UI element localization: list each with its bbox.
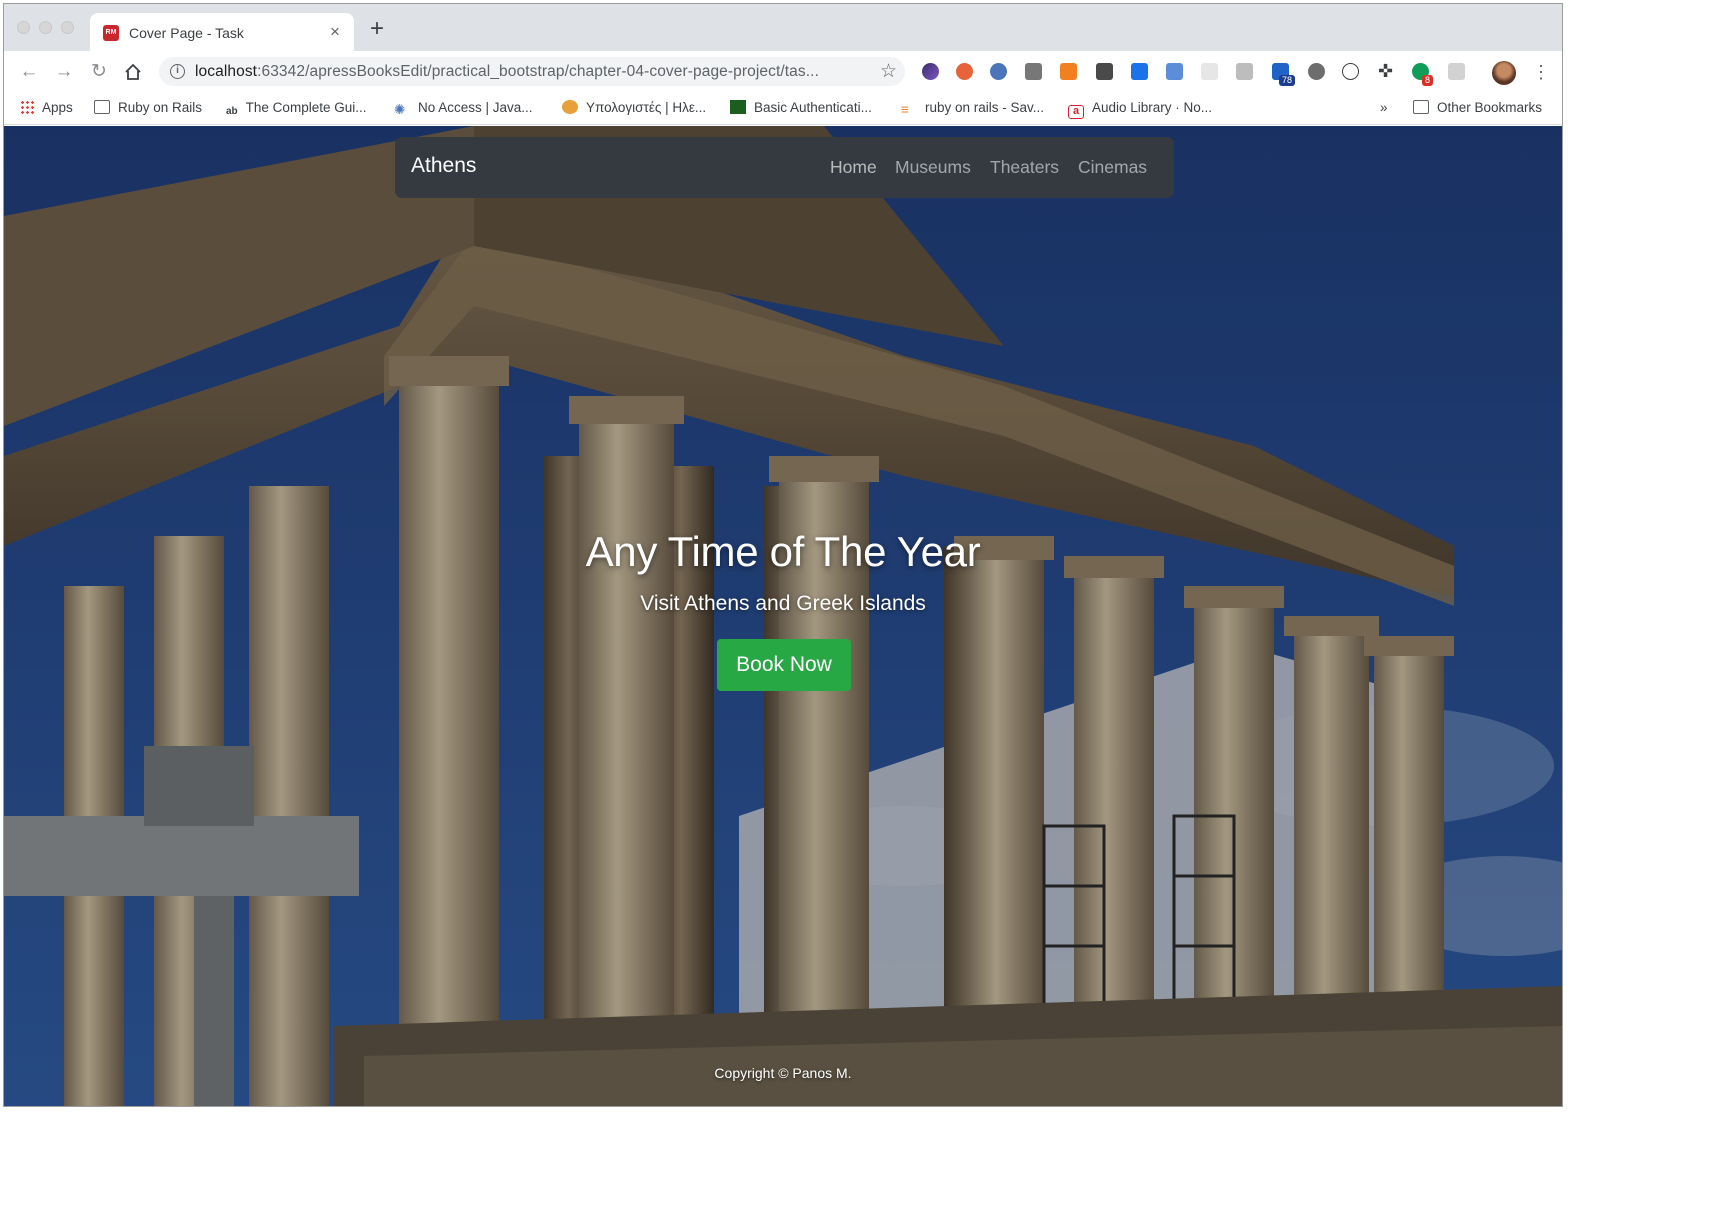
address-bar[interactable]: i localhost:63342/apressBooksEdit/practi… [159,57,905,86]
bookmark-audio-library[interactable]: a Audio Library · No... [1068,100,1212,119]
translate-extension-icon[interactable] [1308,63,1325,80]
hero-subtitle: Visit Athens and Greek Islands [640,592,926,615]
hero-title: Any Time of The Year [585,528,981,575]
page-footer: Copyright © Panos M. [714,1065,852,1081]
green-cube-icon [730,100,746,114]
home-icon[interactable] [122,61,144,83]
stackoverflow-icon: ≡ [901,102,909,117]
bookmark-other-bookmarks[interactable]: Other Bookmarks [1413,100,1542,115]
bookmark-apps[interactable]: Apps [20,100,73,115]
close-icon[interactable]: × [325,22,345,42]
bookmark-ruby-on-rails-save[interactable]: ≡ ruby on rails - Sav... [901,100,1044,117]
maximize-window-button[interactable] [61,21,74,34]
chat-extension-icon[interactable] [1236,63,1253,80]
bookmark-ruby-on-rails[interactable]: Ruby on Rails [94,100,202,115]
kebab-menu-icon[interactable]: ⋮ [1532,61,1550,83]
window-extension-icon[interactable] [1448,63,1465,80]
bookmarks-bar: Apps Ruby on Rails ab The Complete Gui...… [4,92,1562,125]
bookmark-basic-authentication[interactable]: Basic Authenticati... [730,100,872,115]
lightbulb-extension-icon[interactable] [1096,63,1113,80]
browser-toolbar: ← → ↻ i localhost:63342/apressBooksEdit/… [4,51,1562,92]
balloon-icon [562,100,578,114]
bookmark-complete-guide[interactable]: ab The Complete Gui... [226,100,366,120]
book-now-button[interactable]: Book Now [717,639,851,691]
info-icon[interactable]: i [170,64,185,79]
back-arrow-icon[interactable]: ← [18,61,40,83]
move-extension-icon[interactable]: ✜ [1377,62,1394,80]
profile-avatar[interactable] [1492,61,1516,85]
extension-badge: 8 [1422,75,1434,86]
network-extension-icon[interactable] [956,63,973,80]
tab-cover-page[interactable]: RM Cover Page - Task × [90,13,354,51]
new-tab-button[interactable]: + [366,17,388,41]
bookmark-ypologistes[interactable]: Υπολογιστές | Ηλε... [562,100,706,115]
nav-link-cinemas[interactable]: Cinemas [1078,157,1147,178]
forward-arrow-icon[interactable]: → [53,61,75,83]
reload-icon[interactable]: ↻ [88,61,110,83]
minimize-window-button[interactable] [39,21,52,34]
bookmarks-overflow-button[interactable]: » [1380,100,1388,115]
folder-icon [94,100,110,114]
bookmark-star-icon[interactable]: ☆ [880,60,897,83]
hero-dark-overlay [4,126,1562,1106]
nav-link-museums[interactable]: Museums [895,157,971,178]
orange-extension-icon[interactable] [1060,63,1077,80]
bookmark-no-access-java[interactable]: ✺ No Access | Java... [394,100,533,117]
nav-link-home[interactable]: Home [830,157,877,178]
url-text[interactable]: localhost:63342/apressBooksEdit/practica… [195,63,819,81]
eyedropper-extension-icon[interactable] [922,63,939,80]
extension-badge: 78 [1279,75,1296,86]
ab-icon: ab [226,106,238,117]
tab-title: Cover Page - Task [129,25,244,41]
c-extension-icon[interactable] [1025,63,1042,80]
ie-tab-extension-icon[interactable] [990,63,1007,80]
download-extension-icon[interactable] [1131,63,1148,80]
page-viewport: Athens Home Museums Theaters Cinemas Any… [4,126,1562,1106]
a-circle-extension-icon[interactable] [1342,63,1359,80]
nav-link-theaters[interactable]: Theaters [990,157,1059,178]
tab-strip: RM Cover Page - Task × + [4,4,1562,51]
browser-window: RM Cover Page - Task × + ← → ↻ i localho… [3,3,1563,1107]
close-window-button[interactable] [17,21,30,34]
grey-extension-icon[interactable] [1201,63,1218,80]
rubymine-icon: RM [103,25,119,41]
navbar-brand[interactable]: Athens [411,154,476,178]
apps-grid-icon [20,100,34,114]
site-navbar: Athens Home Museums Theaters Cinemas [395,137,1174,198]
folder-icon [1413,100,1429,114]
amazon-a-icon: a [1068,105,1084,119]
folder-extension-icon[interactable] [1166,63,1183,80]
java-icon: ✺ [394,102,406,117]
